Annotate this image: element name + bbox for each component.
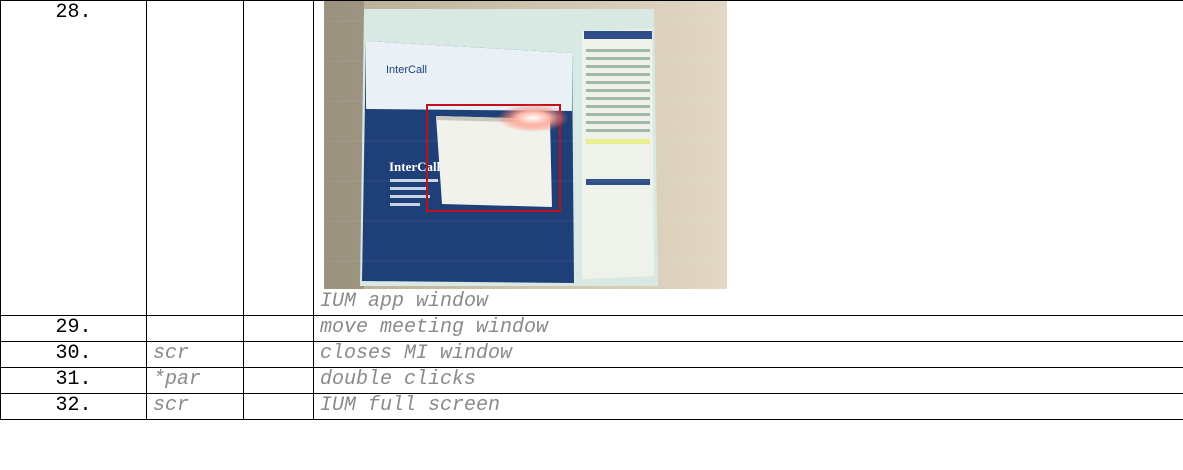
monitor-photo-illustration: InterCall InterCall Uni	[324, 1, 727, 289]
row-note: closes MI window	[313, 341, 1183, 368]
row-code: scr	[146, 341, 244, 368]
video-frame-photo: InterCall InterCall Uni	[324, 1, 727, 289]
photo-logo-text: InterCall	[386, 64, 427, 76]
row-blank-cell	[243, 367, 314, 394]
log-row-31: 31. *par double clicks	[0, 367, 1183, 394]
row-note: move meeting window	[313, 315, 1183, 342]
row-blank-cell	[243, 0, 314, 316]
log-row-32: 32. scr IUM full screen	[0, 393, 1183, 420]
row-number: 30.	[0, 341, 147, 368]
row-note: double clicks	[313, 367, 1183, 394]
row-note: IUM full screen	[313, 393, 1183, 420]
row-blank-cell	[243, 315, 314, 342]
row-note-cell: InterCall InterCall Uni IUM app window	[313, 0, 1183, 316]
row-blank-cell	[243, 393, 314, 420]
row-blank-cell	[243, 341, 314, 368]
row-note: IUM app window	[320, 290, 489, 313]
row-number: 28.	[0, 0, 147, 316]
row-number: 32.	[0, 393, 147, 420]
row-code: scr	[146, 393, 244, 420]
row-code	[146, 315, 244, 342]
log-row-30: 30. scr closes MI window	[0, 341, 1183, 368]
row-code: *par	[146, 367, 244, 394]
camera-glare	[497, 104, 569, 132]
row-code	[146, 0, 244, 316]
log-row-29: 29. move meeting window	[0, 315, 1183, 342]
observation-log-table: 28. InterCall InterCall Uni IUM app wind…	[0, 0, 1183, 420]
log-row-28: 28. InterCall InterCall Uni IUM app wind…	[0, 0, 1183, 316]
row-number: 29.	[0, 315, 147, 342]
row-number: 31.	[0, 367, 147, 394]
